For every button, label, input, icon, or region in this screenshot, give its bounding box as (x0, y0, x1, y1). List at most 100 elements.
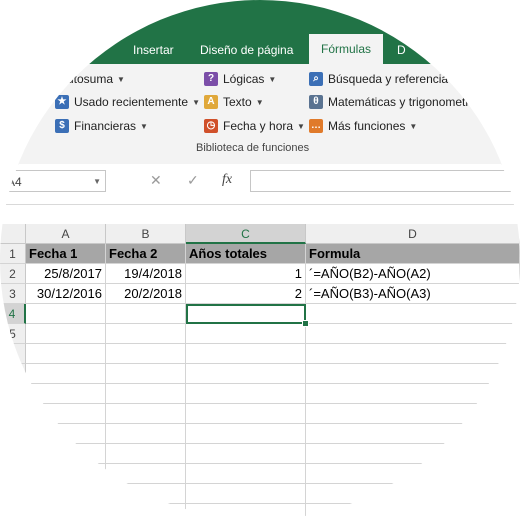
row-header-1[interactable]: 1 (0, 244, 26, 264)
row-header-3[interactable]: 3 (0, 284, 26, 304)
row-header-9[interactable]: 9 (0, 404, 26, 424)
row-header-10[interactable]: 10 (0, 424, 26, 444)
financieras-label: Financieras (74, 119, 137, 133)
tab-insertar[interactable]: Insertar (133, 42, 174, 64)
empty-cell[interactable] (186, 324, 306, 344)
empty-cell[interactable] (26, 324, 106, 344)
row-header-14[interactable]: 14 (0, 504, 26, 520)
tab-datos[interactable]: D (397, 42, 406, 64)
empty-cell[interactable] (106, 424, 186, 444)
name-box[interactable]: A4 ▼ (0, 170, 106, 192)
empty-cell[interactable] (106, 444, 186, 464)
cell-c3[interactable]: 2 (186, 284, 306, 304)
chevron-down-icon[interactable]: ▼ (93, 171, 101, 193)
empty-cell[interactable] (306, 384, 520, 404)
tab-diseno-pagina[interactable]: Diseño de página (200, 42, 293, 64)
mas-funciones-button[interactable]: … Más funciones ▼ (309, 116, 417, 136)
sigma-icon: Σ (43, 71, 51, 86)
row-header-13[interactable]: 13 (0, 484, 26, 504)
texto-button[interactable]: A Texto ▼ (204, 92, 264, 112)
fill-handle[interactable] (302, 320, 309, 327)
empty-cell[interactable] (26, 344, 106, 364)
tab-formulas[interactable]: Fórmulas (309, 34, 384, 64)
row-header-4[interactable]: 4 (0, 304, 26, 324)
cell-a2[interactable]: 25/8/2017 (26, 264, 106, 284)
empty-cell[interactable] (306, 424, 520, 444)
cancel-icon[interactable]: ✕ (150, 172, 162, 189)
cell-a1[interactable]: Fecha 1 (26, 244, 106, 264)
empty-cell[interactable] (26, 424, 106, 444)
empty-cell[interactable] (186, 404, 306, 424)
empty-cell[interactable] (306, 464, 520, 484)
texto-label: Texto (223, 95, 252, 109)
empty-cell[interactable] (26, 444, 106, 464)
cell-c1[interactable]: Años totales (186, 244, 306, 264)
column-header-b[interactable]: B (106, 224, 186, 244)
cell-d3[interactable]: ´=AÑO(B3)-AÑO(A3) (306, 284, 520, 304)
empty-cell[interactable] (106, 484, 186, 504)
cell-b3[interactable]: 20/2/2018 (106, 284, 186, 304)
cell-d1[interactable]: Formula (306, 244, 520, 264)
row-header-7[interactable]: 7 (0, 364, 26, 384)
formula-input[interactable] (250, 170, 520, 192)
row-header-12[interactable]: 12 (0, 464, 26, 484)
empty-cell[interactable] (106, 404, 186, 424)
empty-cell[interactable] (106, 464, 186, 484)
empty-cell[interactable] (186, 504, 306, 520)
cell-b1[interactable]: Fecha 2 (106, 244, 186, 264)
empty-cell[interactable] (26, 504, 106, 520)
column-header-a[interactable]: A (26, 224, 106, 244)
row-header-11[interactable]: 11 (0, 444, 26, 464)
empty-cell[interactable] (106, 324, 186, 344)
enter-icon[interactable]: ✓ (187, 172, 199, 189)
empty-cell[interactable] (306, 504, 520, 520)
empty-cell[interactable] (186, 364, 306, 384)
empty-cell[interactable] (26, 464, 106, 484)
empty-cell[interactable] (306, 304, 520, 324)
autosuma-button[interactable]: Σ Autosuma ▼ (40, 69, 125, 89)
empty-cell[interactable] (26, 484, 106, 504)
fecha-hora-button[interactable]: ◷ Fecha y hora ▼ (204, 116, 305, 136)
cell-b2[interactable]: 19/4/2018 (106, 264, 186, 284)
empty-cell[interactable] (306, 364, 520, 384)
cell-a3[interactable]: 30/12/2016 (26, 284, 106, 304)
empty-cell[interactable] (306, 324, 520, 344)
empty-cell[interactable] (106, 344, 186, 364)
empty-cell[interactable] (186, 444, 306, 464)
logicas-button[interactable]: ? Lógicas ▼ (204, 69, 276, 89)
empty-cell[interactable] (306, 404, 520, 424)
question-book-icon: ? (204, 72, 218, 86)
cell-d2[interactable]: ´=AÑO(B2)-AÑO(A2) (306, 264, 520, 284)
column-header-c[interactable]: C (186, 224, 306, 244)
empty-cell[interactable] (306, 344, 520, 364)
row-header-8[interactable]: 8 (0, 384, 26, 404)
column-header-d[interactable]: D (306, 224, 520, 244)
empty-cell[interactable] (186, 484, 306, 504)
busqueda-referencia-button[interactable]: ⌕ Búsqueda y referencia (309, 69, 448, 89)
matematicas-trig-button[interactable]: θ Matemáticas y trigonometría (309, 92, 479, 112)
empty-cell[interactable] (186, 464, 306, 484)
row-header-2[interactable]: 2 (0, 264, 26, 284)
usado-recientemente-button[interactable]: ★ Usado recientemente ▼ (55, 92, 200, 112)
financieras-button[interactable]: $ Financieras ▼ (55, 116, 148, 136)
empty-cell[interactable] (106, 504, 186, 520)
cell-c2[interactable]: 1 (186, 264, 306, 284)
empty-cell[interactable] (306, 444, 520, 464)
empty-cell[interactable] (186, 384, 306, 404)
empty-cell[interactable] (26, 384, 106, 404)
row-header-5[interactable]: 5 (0, 324, 26, 344)
empty-cell[interactable] (106, 304, 186, 324)
empty-cell[interactable] (306, 484, 520, 504)
empty-cell[interactable] (26, 304, 106, 324)
empty-cell[interactable] (106, 384, 186, 404)
empty-cell[interactable] (106, 364, 186, 384)
row-header-6[interactable]: 6 (0, 344, 26, 364)
empty-cell[interactable] (26, 364, 106, 384)
mas-funciones-label: Más funciones (328, 119, 406, 133)
selected-cell-c4[interactable] (186, 304, 306, 324)
empty-cell[interactable] (186, 344, 306, 364)
insert-function-icon[interactable]: fx (222, 172, 232, 188)
empty-cell[interactable] (26, 404, 106, 424)
select-all-corner[interactable] (0, 224, 26, 244)
empty-cell[interactable] (186, 424, 306, 444)
